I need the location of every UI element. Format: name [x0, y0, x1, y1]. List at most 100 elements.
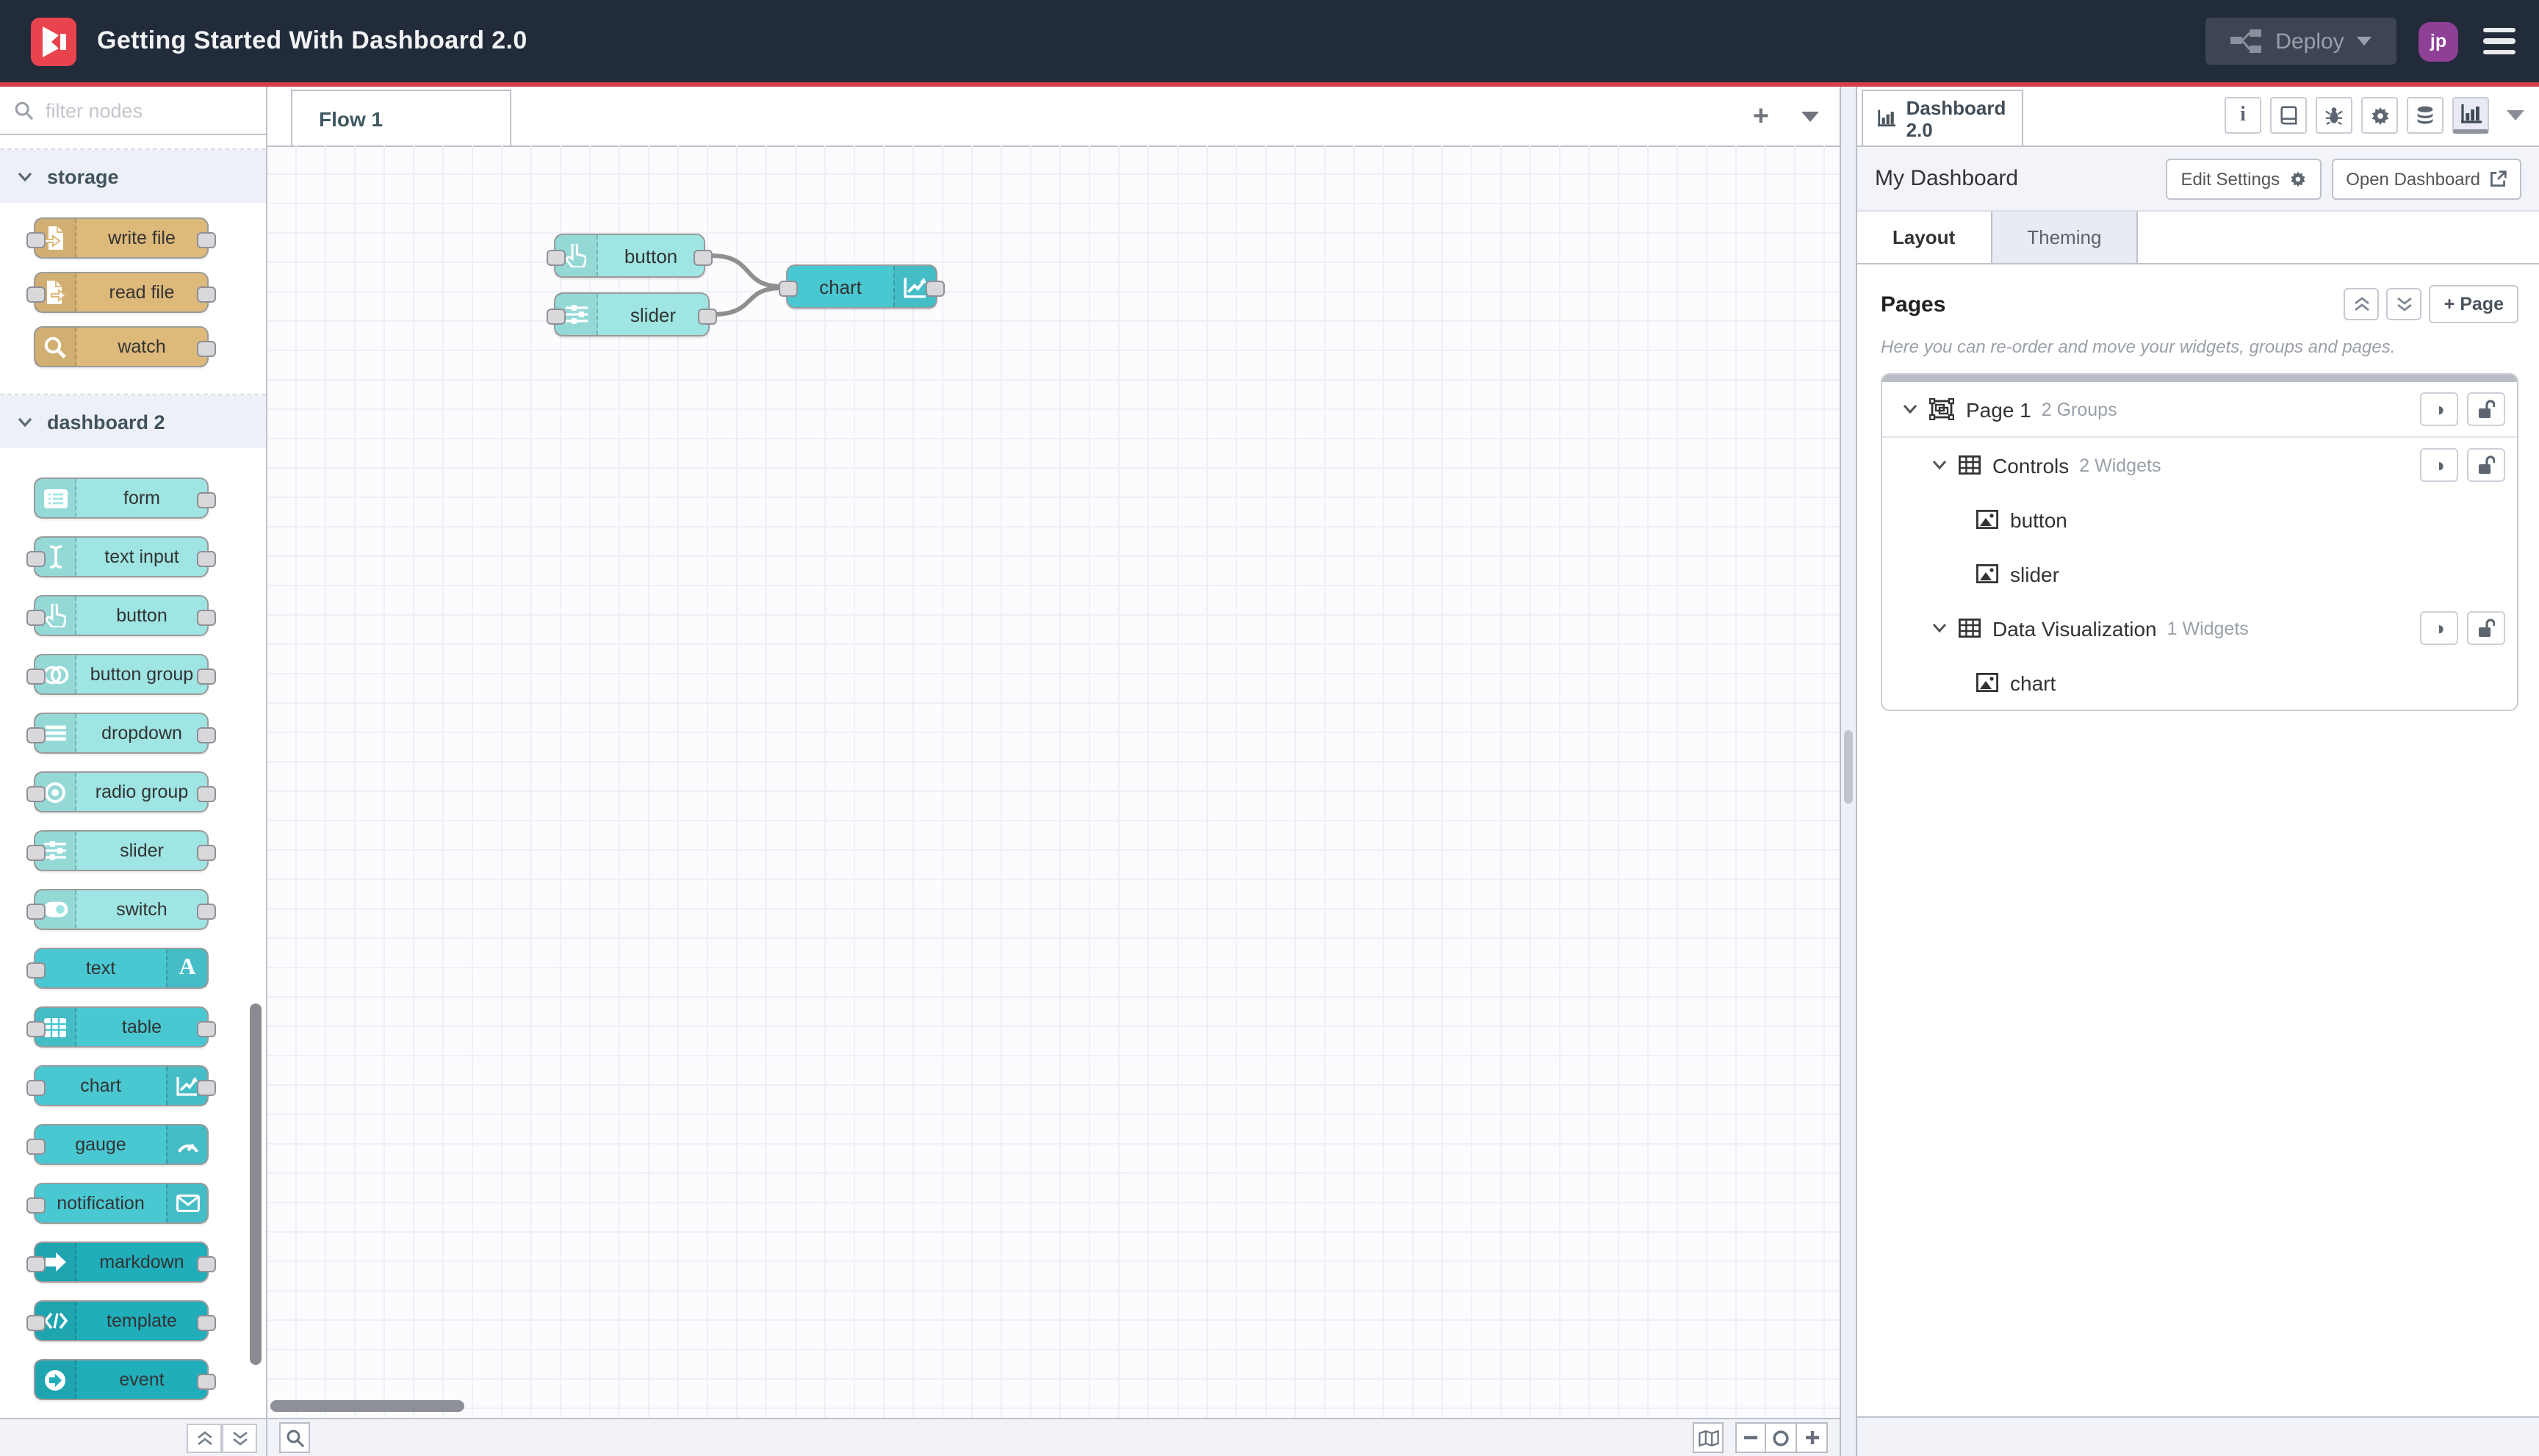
output-port[interactable] — [197, 551, 216, 567]
chevron-down-icon[interactable] — [1903, 404, 1917, 414]
collapse-all-button[interactable] — [187, 1423, 222, 1452]
canvas-search-button[interactable] — [279, 1422, 310, 1453]
edit-settings-button[interactable]: Edit Settings — [2166, 158, 2322, 199]
move-up-button[interactable] — [2344, 288, 2380, 320]
add-page-button[interactable]: + Page — [2429, 285, 2518, 323]
tab-flow-1[interactable]: Flow 1 — [291, 90, 511, 145]
input-port[interactable] — [26, 1315, 46, 1331]
deploy-caret-icon[interactable] — [2357, 37, 2372, 46]
output-port[interactable] — [197, 492, 216, 508]
visibility-toggle-button[interactable]: ◑ — [2420, 392, 2458, 426]
tree-row-widget-chart[interactable]: chart — [1882, 655, 2517, 710]
lock-toggle-button[interactable] — [2467, 392, 2505, 426]
tab-dashboard-2[interactable]: Dashboard 2.0 — [1862, 90, 2023, 145]
tree-row-widget-button[interactable]: button — [1882, 492, 2517, 547]
help-tab-button[interactable] — [2270, 97, 2307, 134]
palette-node-form[interactable]: form — [34, 477, 216, 519]
output-port[interactable] — [197, 1315, 216, 1331]
dashboard-tab-button[interactable] — [2452, 97, 2489, 134]
input-port[interactable] — [26, 610, 46, 626]
input-port[interactable] — [547, 250, 566, 266]
tree-row-group-controls[interactable]: Controls 2 Widgets ◑ — [1882, 438, 2517, 492]
input-port[interactable] — [26, 962, 46, 979]
filter-nodes-input[interactable] — [43, 98, 240, 123]
output-port[interactable] — [197, 286, 216, 303]
open-dashboard-button[interactable]: Open Dashboard — [2331, 158, 2521, 199]
tab-theming[interactable]: Theming — [1992, 212, 2139, 263]
input-port[interactable] — [26, 286, 46, 303]
chevron-down-icon[interactable] — [1932, 460, 1947, 470]
palette-node-switch[interactable]: switch — [26, 889, 216, 930]
palette-node-button-group[interactable]: button group — [26, 654, 216, 695]
palette-node-watch[interactable]: watch — [34, 326, 216, 367]
input-port[interactable] — [26, 1197, 46, 1214]
input-port[interactable] — [26, 1256, 46, 1272]
palette-node-write-file[interactable]: write file — [26, 217, 216, 259]
palette-node-radio-group[interactable]: radio group — [26, 771, 216, 812]
palette-node-gauge[interactable]: gauge — [26, 1124, 209, 1165]
output-port[interactable] — [197, 786, 216, 802]
output-port[interactable] — [698, 309, 717, 325]
workspace-grid[interactable]: button slider chart — [267, 145, 1840, 1418]
wire-button-to-chart[interactable] — [709, 253, 784, 289]
input-port[interactable] — [26, 1080, 46, 1096]
expand-all-button[interactable] — [222, 1423, 257, 1452]
output-port[interactable] — [926, 281, 945, 297]
output-port[interactable] — [197, 1021, 216, 1037]
input-port[interactable] — [26, 904, 46, 920]
palette-node-markdown[interactable]: markdown — [26, 1241, 216, 1283]
info-tab-button[interactable]: i — [2225, 97, 2261, 134]
flow-list-caret-icon[interactable] — [1801, 111, 1819, 121]
visibility-toggle-button[interactable]: ◑ — [2420, 611, 2458, 645]
palette-scroll-area[interactable]: storage write file read file watch dashb… — [0, 134, 266, 1418]
palette-node-table[interactable]: table — [26, 1006, 216, 1048]
palette-node-text-input[interactable]: text input — [26, 536, 216, 577]
input-port[interactable] — [26, 232, 46, 248]
palette-node-chart[interactable]: chart — [26, 1065, 216, 1106]
input-port[interactable] — [26, 668, 46, 685]
lock-toggle-button[interactable] — [2467, 611, 2505, 645]
sidebar-menu-caret-icon[interactable] — [2507, 110, 2524, 120]
deploy-button[interactable]: Deploy — [2205, 18, 2396, 65]
input-port[interactable] — [26, 727, 46, 743]
add-flow-button[interactable]: + — [1753, 102, 1769, 130]
output-port[interactable] — [197, 668, 216, 685]
output-port[interactable] — [197, 341, 216, 357]
palette-node-event[interactable]: event — [34, 1359, 216, 1400]
palette-node-slider[interactable]: slider — [26, 830, 216, 871]
palette-scrollbar[interactable] — [250, 1003, 262, 1365]
output-port[interactable] — [197, 845, 216, 861]
output-port[interactable] — [197, 904, 216, 920]
output-port[interactable] — [197, 1080, 216, 1096]
context-tab-button[interactable] — [2407, 97, 2443, 134]
palette-node-template[interactable]: template — [26, 1300, 216, 1341]
navigator-map-button[interactable] — [1693, 1422, 1724, 1453]
tree-row-group-data-visualization[interactable]: Data Visualization 1 Widgets ◑ — [1882, 601, 2517, 655]
category-header-dashboard2[interactable]: dashboard 2 — [0, 395, 266, 448]
input-port[interactable] — [547, 309, 566, 325]
flow-node-button[interactable]: button — [547, 234, 713, 278]
palette-node-text[interactable]: text A — [26, 948, 209, 989]
tab-layout[interactable]: Layout — [1857, 212, 1992, 263]
config-tab-button[interactable] — [2361, 97, 2398, 134]
zoom-in-button[interactable] — [1797, 1422, 1828, 1453]
canvas-vertical-scrollbar[interactable] — [1844, 730, 1853, 804]
chevron-down-icon[interactable] — [1932, 623, 1947, 633]
input-port[interactable] — [779, 281, 798, 297]
palette-node-notification[interactable]: notification — [26, 1183, 209, 1224]
input-port[interactable] — [26, 551, 46, 567]
input-port[interactable] — [26, 786, 46, 802]
output-port[interactable] — [197, 1374, 216, 1390]
move-down-button[interactable] — [2386, 288, 2422, 320]
output-port[interactable] — [694, 250, 713, 266]
zoom-out-button[interactable] — [1735, 1422, 1766, 1453]
main-menu-button[interactable] — [2480, 25, 2518, 58]
visibility-toggle-button[interactable]: ◑ — [2420, 448, 2458, 482]
category-header-storage[interactable]: storage — [0, 150, 266, 203]
canvas-horizontal-scrollbar[interactable] — [270, 1400, 464, 1412]
output-port[interactable] — [197, 232, 216, 248]
lock-toggle-button[interactable] — [2467, 448, 2505, 482]
zoom-reset-button[interactable] — [1766, 1422, 1797, 1453]
input-port[interactable] — [26, 845, 46, 861]
flow-node-slider[interactable]: slider — [547, 292, 717, 336]
